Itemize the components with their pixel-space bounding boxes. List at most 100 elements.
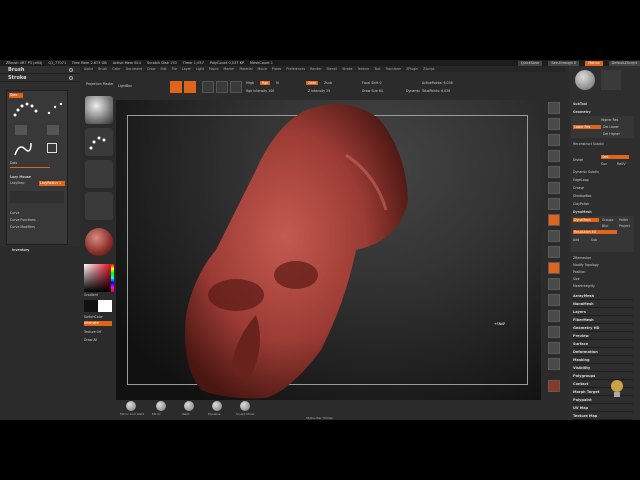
zadd-button[interactable]: Zadd bbox=[306, 81, 319, 85]
texture-map-section[interactable]: Texture Map bbox=[573, 412, 633, 420]
switch-color-button[interactable]: SwitchColor bbox=[84, 315, 103, 319]
material-thumbnail[interactable] bbox=[85, 228, 113, 256]
stroke-type-selected[interactable]: Dots bbox=[9, 93, 23, 98]
transp-icon[interactable] bbox=[548, 358, 560, 370]
sub-button[interactable]: Sub bbox=[591, 238, 597, 242]
masking-section[interactable]: Masking bbox=[573, 356, 633, 364]
menu-picker[interactable]: Picker bbox=[272, 67, 282, 71]
scroll-icon[interactable] bbox=[548, 134, 560, 146]
dragrect-stroke-icon[interactable] bbox=[45, 101, 65, 117]
alternate-button[interactable]: Alternate bbox=[84, 321, 112, 326]
del-lower-button[interactable]: Del Lower bbox=[603, 125, 619, 129]
brush-menu-header[interactable]: Brush bbox=[0, 66, 80, 74]
uv-map-section[interactable]: UV Map bbox=[573, 404, 633, 412]
menu-toggle-icon[interactable] bbox=[69, 75, 73, 80]
shadowbox-item[interactable]: ShadowBox bbox=[573, 194, 592, 198]
color-picker[interactable] bbox=[84, 264, 112, 292]
quicksave-button[interactable]: QuickSave bbox=[517, 60, 543, 66]
reconstruct-subdiv-button[interactable]: Reconstruct Subdiv bbox=[573, 142, 604, 146]
dragdot-stroke-icon[interactable] bbox=[47, 143, 57, 153]
polish-toggle[interactable]: Polish bbox=[619, 218, 628, 222]
rgb-intensity-slider[interactable]: Rgb Intensity 100 bbox=[246, 89, 274, 93]
frame-icon[interactable] bbox=[548, 278, 560, 290]
menu-macro[interactable]: Macro bbox=[209, 67, 219, 71]
floor-icon[interactable] bbox=[548, 214, 560, 226]
menu-stencil[interactable]: Stencil bbox=[327, 67, 338, 71]
secondary-color-swatch[interactable] bbox=[98, 300, 112, 312]
actual-icon[interactable] bbox=[548, 166, 560, 178]
projection-master-button[interactable]: Projection Master bbox=[86, 82, 114, 86]
scale-icon[interactable] bbox=[548, 310, 560, 322]
inventory-item[interactable]: Inventory bbox=[12, 248, 29, 252]
higher-res-button[interactable]: Higher Res bbox=[601, 118, 618, 122]
modify-topology-item[interactable]: Modify Topology bbox=[573, 263, 599, 267]
subtool-thumbnail[interactable] bbox=[601, 70, 621, 90]
bpr-icon[interactable] bbox=[548, 102, 560, 114]
lazy-radius-slider[interactable]: LazyRadius 1 bbox=[39, 181, 65, 186]
subtool-header[interactable]: SubTool bbox=[573, 102, 587, 106]
surface-section[interactable]: Surface bbox=[573, 340, 633, 348]
hue-strip[interactable] bbox=[111, 264, 114, 292]
m-button[interactable]: M bbox=[276, 81, 279, 85]
arraymesh-section[interactable]: ArrayMesh bbox=[573, 292, 633, 300]
sculpt-mode-button[interactable] bbox=[240, 401, 250, 411]
layers-section[interactable]: Layers bbox=[573, 308, 633, 316]
default-zscript-button[interactable]: DefaultZScript bbox=[608, 60, 640, 66]
menu-zplugin[interactable]: ZPlugin bbox=[406, 67, 418, 71]
focal-shift-slider[interactable]: Focal Shift 0 bbox=[362, 81, 382, 85]
dots-stroke-icon[interactable] bbox=[11, 99, 39, 121]
geometry-hd-section[interactable]: Geometry HD bbox=[573, 324, 633, 332]
menu-layer[interactable]: Layer bbox=[182, 67, 191, 71]
main-color-swatch[interactable] bbox=[84, 300, 98, 312]
move-button[interactable] bbox=[202, 81, 214, 93]
menu-color[interactable]: Color bbox=[112, 67, 120, 71]
lsym-icon[interactable] bbox=[548, 246, 560, 258]
polyf-icon[interactable] bbox=[548, 342, 560, 354]
menu-file[interactable]: File bbox=[172, 67, 177, 71]
local-icon[interactable] bbox=[548, 230, 560, 242]
draw-size-slider[interactable]: Draw Size 64 bbox=[362, 89, 383, 93]
persp-icon[interactable] bbox=[548, 198, 560, 210]
deformation-section[interactable]: Deformation bbox=[573, 348, 633, 356]
draw-button[interactable] bbox=[184, 81, 196, 93]
mirror-weld-button[interactable] bbox=[126, 401, 136, 411]
alpha-thumbnail[interactable] bbox=[85, 160, 113, 188]
scale-button[interactable] bbox=[216, 81, 228, 93]
weld-button[interactable] bbox=[184, 401, 194, 411]
menu-edit[interactable]: Edit bbox=[160, 67, 166, 71]
texture-off-button[interactable]: Texture Off bbox=[84, 330, 101, 334]
menu-movie[interactable]: Movie bbox=[257, 67, 266, 71]
mirror-button[interactable] bbox=[156, 401, 166, 411]
lazy-mouse-label[interactable]: Lazy Mouse bbox=[10, 175, 31, 179]
reuv-toggle[interactable]: ReUV bbox=[617, 162, 626, 166]
freehand-stroke-icon[interactable] bbox=[47, 125, 59, 135]
menu-material[interactable]: Material bbox=[240, 67, 253, 71]
position-item[interactable]: Position bbox=[573, 270, 585, 274]
menu-alpha[interactable]: Alpha bbox=[84, 67, 93, 71]
rotate-button[interactable] bbox=[230, 81, 242, 93]
menu-transform[interactable]: Transform bbox=[385, 67, 401, 71]
texture-thumbnail[interactable] bbox=[85, 192, 113, 220]
project-toggle[interactable]: Project bbox=[619, 224, 630, 228]
visibility-section[interactable]: Visibility bbox=[573, 364, 633, 372]
zsub-button[interactable]: Zsub bbox=[324, 81, 332, 85]
menu-texture[interactable]: Texture bbox=[357, 67, 369, 71]
curve-functions-item[interactable]: Curve Functions bbox=[10, 218, 36, 222]
suv-toggle[interactable]: Suv bbox=[601, 162, 607, 166]
zremesher-item[interactable]: ZRemesher bbox=[573, 256, 591, 260]
menu-brush[interactable]: Brush bbox=[98, 67, 107, 71]
menu-stroke[interactable]: Stroke bbox=[342, 67, 352, 71]
see-through-slider[interactable]: See-through 0 bbox=[548, 60, 580, 66]
fibermesh-section[interactable]: FiberMesh bbox=[573, 316, 633, 324]
stroke-thumbnail-icon[interactable] bbox=[85, 128, 113, 156]
del-higher-button[interactable]: Del Higher bbox=[603, 132, 620, 136]
mrgb-button[interactable]: Mrgb bbox=[246, 81, 254, 85]
spix-icon[interactable] bbox=[548, 118, 560, 130]
rgb-button[interactable]: Rgb bbox=[260, 81, 271, 85]
edit-button[interactable] bbox=[170, 81, 182, 93]
brush-thumbnail[interactable] bbox=[85, 96, 113, 124]
crease-item[interactable]: Crease bbox=[573, 186, 584, 190]
divide-button[interactable]: Divide bbox=[573, 158, 583, 162]
solo-icon[interactable] bbox=[548, 380, 560, 392]
gxyz-icon[interactable] bbox=[548, 262, 560, 274]
